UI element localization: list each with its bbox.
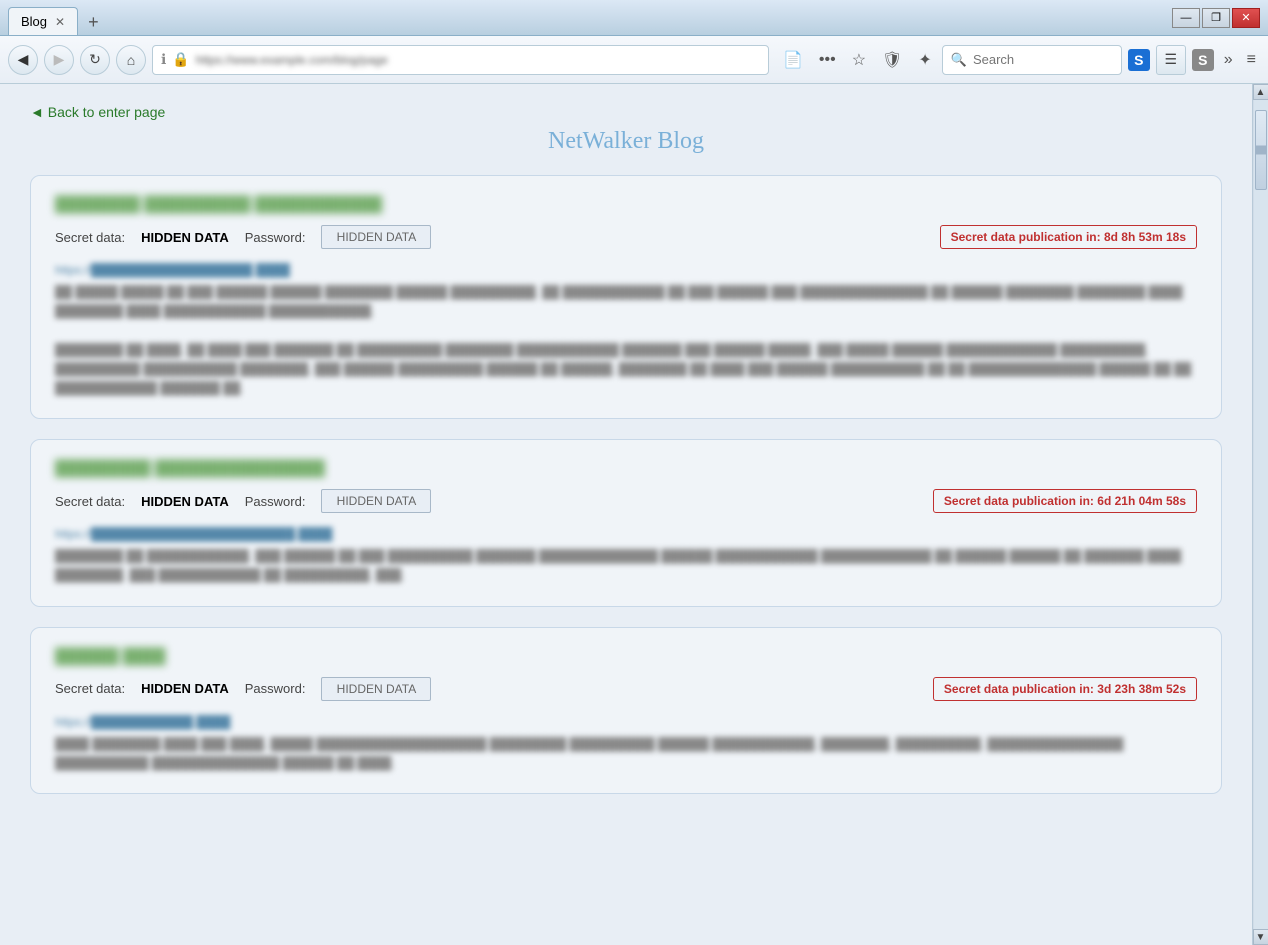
card-2-body-line-1: ████████ ██ ████████████. ███ ██████ ██ … <box>55 547 1197 585</box>
home-button[interactable]: ⌂ <box>116 45 146 75</box>
address-text: https://www.example.com/blog/page <box>196 53 760 67</box>
star-icon[interactable]: ☆ <box>848 46 870 74</box>
card-3-password-label: Password: <box>245 681 306 696</box>
security-icon: 🔒 <box>172 51 189 68</box>
menu-button[interactable]: ≡ <box>1243 47 1260 73</box>
blog-title: NetWalker Blog <box>30 128 1222 155</box>
window-controls: — ❐ ✕ <box>1172 8 1260 28</box>
blog-card-1: ████████ ██████████ ████████████ Secret … <box>30 175 1222 419</box>
card-2-url: https://████████████████████████.████ <box>55 527 1197 541</box>
scrollbar[interactable]: ▲ ▼ <box>1252 84 1268 945</box>
reader-icon[interactable]: 📄 <box>779 46 807 74</box>
card-3-body: ████ ████████.████ ███ ████, █████ █████… <box>55 735 1197 773</box>
card-1-body: ██ █████ █████ ██ ███ ██████ ██████ ████… <box>55 283 1197 398</box>
nav-bar: ◀ ▶ ↻ ⌂ ℹ 🔒 https://www.example.com/blog… <box>0 36 1268 84</box>
card-1-title: ████████ ██████████ ████████████ <box>55 196 1197 213</box>
card-3-secret-row: Secret data: HIDDEN DATA Password: HIDDE… <box>55 677 1197 701</box>
title-bar: Blog ✕ + — ❐ ✕ <box>0 0 1268 36</box>
card-2-secret-value: HIDDEN DATA <box>141 494 229 509</box>
search-input[interactable] <box>973 52 1113 67</box>
card-2-title: █████████ ████████████████ <box>55 460 1197 477</box>
card-3-body-line-1: ████ ████████.████ ███ ████, █████ █████… <box>55 735 1197 773</box>
minimize-button[interactable]: — <box>1172 8 1200 28</box>
maximize-button[interactable]: ❐ <box>1202 8 1230 28</box>
card-1-publication-badge: Secret data publication in: 8d 8h 53m 18… <box>940 225 1197 249</box>
card-3-url: https://████████████.████ <box>55 715 1197 729</box>
s-blue-icon[interactable]: S <box>1128 49 1150 71</box>
tab-area: Blog ✕ + <box>8 0 105 35</box>
more-icon[interactable]: ••• <box>815 47 840 73</box>
page-main: ◄ Back to enter page NetWalker Blog ████… <box>0 84 1252 945</box>
info-icon: ℹ <box>161 51 166 68</box>
card-3-title: ██████ ████ <box>55 648 1197 665</box>
card-1-url: https://███████████████████.████ <box>55 263 1197 277</box>
address-bar[interactable]: ℹ 🔒 https://www.example.com/blog/page <box>152 45 769 75</box>
card-1-secret-row: Secret data: HIDDEN DATA Password: HIDDE… <box>55 225 1197 249</box>
nav-icons: 📄 ••• ☆ 🛡 ✦ <box>779 46 936 74</box>
forward-button[interactable]: ▶ <box>44 45 74 75</box>
card-1-secret-value: HIDDEN DATA <box>141 230 229 245</box>
card-3-publication-badge: Secret data publication in: 3d 23h 38m 5… <box>933 677 1197 701</box>
scroll-grip <box>1256 149 1266 152</box>
new-tab-button[interactable]: + <box>82 10 105 35</box>
card-2-password-value: HIDDEN DATA <box>321 489 431 513</box>
card-3-secret-label: Secret data: <box>55 681 125 696</box>
tab-close-button[interactable]: ✕ <box>55 15 65 29</box>
card-1-password-label: Password: <box>245 230 306 245</box>
card-2-body: ████████ ██ ████████████. ███ ██████ ██ … <box>55 547 1197 585</box>
blog-card-3: ██████ ████ Secret data: HIDDEN DATA Pas… <box>30 627 1222 794</box>
tab-label: Blog <box>21 14 47 29</box>
s-gray-icon[interactable]: S <box>1192 49 1214 71</box>
card-1-password-value: HIDDEN DATA <box>321 225 431 249</box>
card-1-body-line-2: ████████ ██ ████, ██ ████ ███ ███████ ██… <box>55 341 1197 399</box>
overflow-button[interactable]: » <box>1220 47 1237 73</box>
search-box[interactable]: 🔍 <box>942 45 1122 75</box>
active-tab[interactable]: Blog ✕ <box>8 7 78 35</box>
card-2-publication-badge: Secret data publication in: 6d 21h 04m 5… <box>933 489 1197 513</box>
shield-icon[interactable]: 🛡 <box>878 46 906 74</box>
layout-button[interactable]: ☰ <box>1156 45 1186 75</box>
card-1-secret-label: Secret data: <box>55 230 125 245</box>
page-content: ◄ Back to enter page NetWalker Blog ████… <box>0 84 1268 945</box>
close-button[interactable]: ✕ <box>1232 8 1260 28</box>
card-2-password-label: Password: <box>245 494 306 509</box>
card-3-secret-value: HIDDEN DATA <box>141 681 229 696</box>
scroll-track[interactable] <box>1254 100 1268 929</box>
back-to-enter-link[interactable]: ◄ Back to enter page <box>30 104 165 120</box>
card-2-secret-row: Secret data: HIDDEN DATA Password: HIDDE… <box>55 489 1197 513</box>
search-icon: 🔍 <box>951 52 967 68</box>
back-button[interactable]: ◀ <box>8 45 38 75</box>
card-1-body-line-1: ██ █████ █████ ██ ███ ██████ ██████ ████… <box>55 283 1197 321</box>
card-3-password-value: HIDDEN DATA <box>321 677 431 701</box>
reload-button[interactable]: ↻ <box>80 45 110 75</box>
scroll-up-button[interactable]: ▲ <box>1253 84 1268 100</box>
blog-card-2: █████████ ████████████████ Secret data: … <box>30 439 1222 606</box>
magic-icon[interactable]: ✦ <box>914 46 935 74</box>
scroll-down-button[interactable]: ▼ <box>1253 929 1268 945</box>
scroll-thumb[interactable] <box>1255 110 1267 190</box>
card-2-secret-label: Secret data: <box>55 494 125 509</box>
